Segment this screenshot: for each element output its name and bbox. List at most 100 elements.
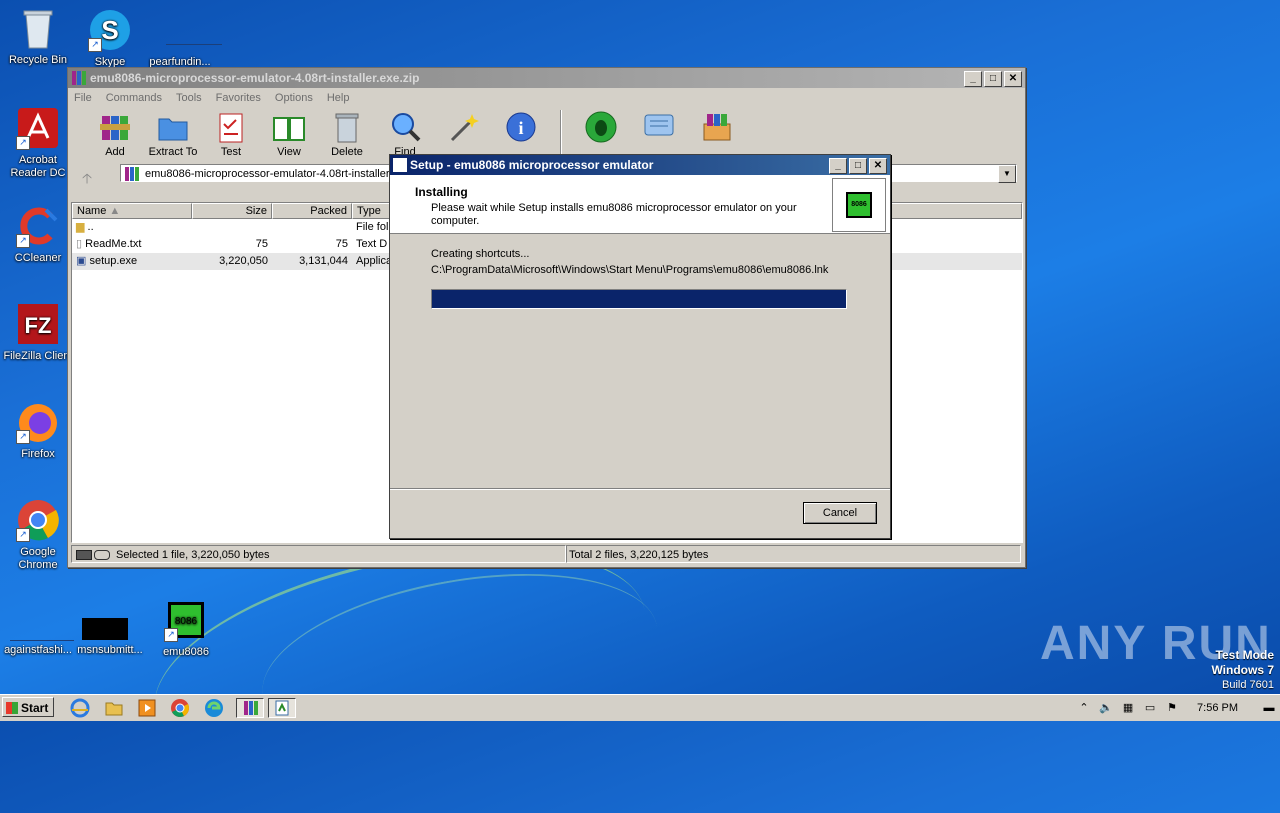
- toolbar-label: Delete: [331, 146, 363, 158]
- desktop-icon-label: againstfashi...: [4, 644, 72, 656]
- magnifier-icon: [388, 110, 422, 144]
- desktop-icon-chrome[interactable]: ↗ Google Chrome: [0, 498, 76, 572]
- action-center-flag-icon[interactable]: ⚑: [1165, 701, 1179, 715]
- menu-options[interactable]: Options: [275, 92, 313, 104]
- toolbar-info-button[interactable]: i: [492, 108, 550, 146]
- toolbar-label: View: [277, 146, 301, 158]
- desktop-icon-label: Acrobat Reader DC: [10, 154, 66, 179]
- key-icon[interactable]: [94, 550, 110, 560]
- setup-header: Installing Please wait while Setup insta…: [390, 175, 890, 234]
- toolbar-add-button[interactable]: Add: [86, 108, 144, 158]
- bug-scan-icon: [584, 110, 618, 144]
- setup-titlebar[interactable]: Setup - emu8086 microprocessor emulator …: [390, 155, 890, 175]
- skype-icon: S ↗: [88, 8, 132, 52]
- address-dropdown-button[interactable]: ▼: [998, 165, 1016, 183]
- progress-fill: [432, 290, 846, 308]
- blank-file-icon: [158, 8, 222, 52]
- info-icon: i: [504, 110, 538, 144]
- setup-heading: Installing: [415, 185, 468, 199]
- toolbar-extract-button[interactable]: Extract To: [144, 108, 202, 158]
- toolbar-label: Test: [220, 146, 242, 158]
- toolbar-view-button[interactable]: View: [260, 108, 318, 158]
- desktop-icon-skype[interactable]: S ↗ Skype: [72, 8, 148, 69]
- shortcut-arrow-icon: ↗: [16, 234, 30, 248]
- svg-text:FZ: FZ: [25, 313, 52, 338]
- trash-icon: [330, 110, 364, 144]
- minimize-button[interactable]: _: [964, 71, 982, 87]
- desktop-icon-label: Firefox: [21, 448, 55, 460]
- toolbar-find-button[interactable]: Find: [376, 108, 434, 158]
- desktop-icon-pearfundin[interactable]: pearfundin...: [142, 8, 222, 69]
- setup-taskbar-icon[interactable]: [268, 698, 296, 718]
- close-button[interactable]: ✕: [869, 158, 887, 174]
- toolbar-test-button[interactable]: Test: [202, 108, 260, 158]
- edge-icon[interactable]: [204, 698, 224, 718]
- menu-favorites[interactable]: Favorites: [216, 92, 261, 104]
- desktop-icon-label: CCleaner: [14, 252, 62, 264]
- menu-commands[interactable]: Commands: [106, 92, 162, 104]
- toolbar-wizard-button[interactable]: [434, 108, 492, 146]
- desktop-icon-recycle-bin[interactable]: Recycle Bin: [0, 6, 76, 67]
- clock[interactable]: 7:56 PM: [1197, 702, 1238, 714]
- desktop-icon-firefox[interactable]: ↗ Firefox: [0, 400, 76, 461]
- network-icon[interactable]: ▦: [1121, 701, 1135, 715]
- toolbar-comment-button[interactable]: [630, 108, 688, 146]
- toolbar-virus-scan-button[interactable]: [572, 108, 630, 146]
- close-button[interactable]: ✕: [1004, 71, 1022, 87]
- maximize-button[interactable]: □: [984, 71, 1002, 87]
- column-packed[interactable]: Packed: [272, 203, 352, 219]
- ccleaner-icon: ↗: [16, 204, 60, 248]
- folder-extract-icon: [156, 110, 190, 144]
- setup-subheading: Please wait while Setup installs emu8086…: [431, 202, 797, 227]
- text-file-icon: ▯: [76, 238, 83, 250]
- winrar-taskbar-icon[interactable]: [236, 698, 264, 718]
- menu-tools[interactable]: Tools: [176, 92, 202, 104]
- dialog-separator: [390, 488, 890, 490]
- desktop-icon-msnsubmitt[interactable]: msnsubmitt...: [72, 596, 148, 657]
- chrome-taskbar-icon[interactable]: [170, 698, 190, 718]
- column-name[interactable]: Name ▲: [72, 203, 192, 219]
- emu8086-chip-icon: 8086 ↗: [164, 598, 208, 642]
- desktop-icon-ccleaner[interactable]: ↗ CCleaner: [0, 204, 76, 265]
- chip-icon: 8086: [846, 192, 872, 218]
- sort-asc-icon: ▲: [109, 205, 121, 217]
- magic-wand-icon: [446, 110, 480, 144]
- shortcut-arrow-icon: ↗: [16, 430, 30, 444]
- explorer-folder-icon[interactable]: [104, 698, 124, 718]
- minimize-button[interactable]: _: [829, 158, 847, 174]
- cancel-button[interactable]: Cancel: [803, 502, 877, 524]
- desktop-icon-acrobat[interactable]: ↗ Acrobat Reader DC: [0, 106, 76, 180]
- show-desktop-icon[interactable]: ▬: [1262, 701, 1276, 715]
- svg-text:8086: 8086: [175, 616, 198, 627]
- recycle-bin-icon: [16, 6, 60, 50]
- install-progress-bar: [431, 289, 847, 309]
- maximize-button[interactable]: □: [849, 158, 867, 174]
- toolbar-delete-button[interactable]: Delete: [318, 108, 376, 158]
- drive-icon[interactable]: [76, 550, 92, 560]
- toolbar-sfx-button[interactable]: [688, 108, 746, 146]
- winrar-titlebar[interactable]: emu8086-microprocessor-emulator-4.08rt-i…: [68, 68, 1025, 88]
- media-player-icon[interactable]: [137, 698, 157, 718]
- column-size[interactable]: Size: [192, 203, 272, 219]
- tray-expand-icon[interactable]: ⌃: [1077, 701, 1091, 715]
- desktop-icon-emu8086[interactable]: 8086 ↗ emu8086: [148, 598, 224, 659]
- battery-icon[interactable]: ▭: [1143, 701, 1157, 715]
- menu-help[interactable]: Help: [327, 92, 350, 104]
- desktop-icon-filezilla[interactable]: FZ FileZilla Client: [0, 302, 76, 363]
- filezilla-icon: FZ: [16, 302, 60, 346]
- desktop-icon-againstfashi[interactable]: againstfashi...: [0, 596, 76, 657]
- up-arrow-icon[interactable]: 🡡: [82, 168, 92, 192]
- chrome-icon: ↗: [16, 498, 60, 542]
- desktop-icon-label: Recycle Bin: [8, 54, 68, 66]
- comment-icon: [642, 110, 676, 144]
- volume-icon[interactable]: 🔈: [1099, 701, 1113, 715]
- setup-title: Setup - emu8086 microprocessor emulator: [410, 158, 654, 172]
- setup-icon: [393, 158, 407, 172]
- setup-body: Creating shortcuts... C:\ProgramData\Mic…: [390, 234, 890, 484]
- shortcut-arrow-icon: ↗: [16, 136, 30, 150]
- menu-file[interactable]: File: [74, 92, 92, 104]
- ie-icon[interactable]: [70, 698, 90, 718]
- start-button[interactable]: Start: [2, 697, 54, 717]
- desktop-icon-label: msnsubmitt...: [77, 644, 143, 656]
- install-status: Creating shortcuts...: [431, 248, 530, 260]
